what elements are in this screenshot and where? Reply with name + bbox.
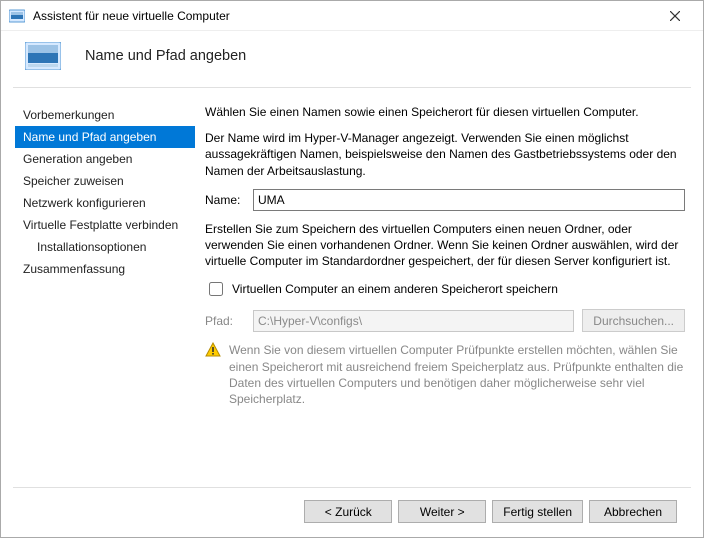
intro-text: Wählen Sie einen Namen sowie einen Speic… [205, 104, 685, 120]
wizard-step-3[interactable]: Speicher zuweisen [15, 170, 195, 192]
wizard-step-4[interactable]: Netzwerk konfigurieren [15, 192, 195, 214]
path-input [253, 310, 574, 332]
wizard-steps: VorbemerkungenName und Pfad angebenGener… [15, 100, 195, 487]
app-icon [9, 8, 25, 24]
location-help: Erstellen Sie zum Speichern des virtuell… [205, 221, 685, 270]
help-text: Der Name wird im Hyper-V-Manager angezei… [205, 130, 685, 179]
name-input[interactable] [253, 189, 685, 211]
back-button[interactable]: < Zurück [304, 500, 392, 523]
wizard-step-0[interactable]: Vorbemerkungen [15, 104, 195, 126]
page-header: Name und Pfad angeben [1, 31, 703, 87]
wizard-body: VorbemerkungenName und Pfad angebenGener… [1, 88, 703, 487]
finish-button[interactable]: Fertig stellen [492, 500, 583, 523]
wizard-window: Assistent für neue virtuelle Computer Na… [0, 0, 704, 538]
wizard-content: Wählen Sie einen Namen sowie einen Speic… [195, 100, 689, 487]
cancel-button[interactable]: Abbrechen [589, 500, 677, 523]
wizard-footer: < Zurück Weiter > Fertig stellen Abbrech… [13, 487, 691, 537]
browse-button: Durchsuchen... [582, 309, 685, 332]
name-row: Name: [205, 189, 685, 211]
warning-note: Wenn Sie von diesem virtuellen Computer … [205, 342, 685, 407]
close-button[interactable] [655, 2, 695, 30]
name-label: Name: [205, 192, 245, 208]
change-location-checkbox[interactable]: Virtuellen Computer an einem anderen Spe… [205, 279, 685, 299]
page-title: Name und Pfad angeben [85, 48, 246, 64]
warning-text: Wenn Sie von diesem virtuellen Computer … [229, 342, 685, 407]
title-bar: Assistent für neue virtuelle Computer [1, 1, 703, 31]
path-row: Pfad: Durchsuchen... [205, 309, 685, 332]
wizard-step-5[interactable]: Virtuelle Festplatte verbinden [15, 214, 195, 236]
path-label: Pfad: [205, 313, 245, 329]
checkbox-label: Virtuellen Computer an einem anderen Spe… [232, 281, 558, 297]
checkbox-input[interactable] [209, 282, 223, 296]
wizard-icon [25, 41, 61, 71]
wizard-step-1[interactable]: Name und Pfad angeben [15, 126, 195, 148]
wizard-step-2[interactable]: Generation angeben [15, 148, 195, 170]
window-title: Assistent für neue virtuelle Computer [33, 9, 655, 23]
warning-icon [205, 342, 221, 358]
wizard-step-7[interactable]: Zusammenfassung [15, 258, 195, 280]
wizard-step-6[interactable]: Installationsoptionen [15, 236, 195, 258]
next-button[interactable]: Weiter > [398, 500, 486, 523]
